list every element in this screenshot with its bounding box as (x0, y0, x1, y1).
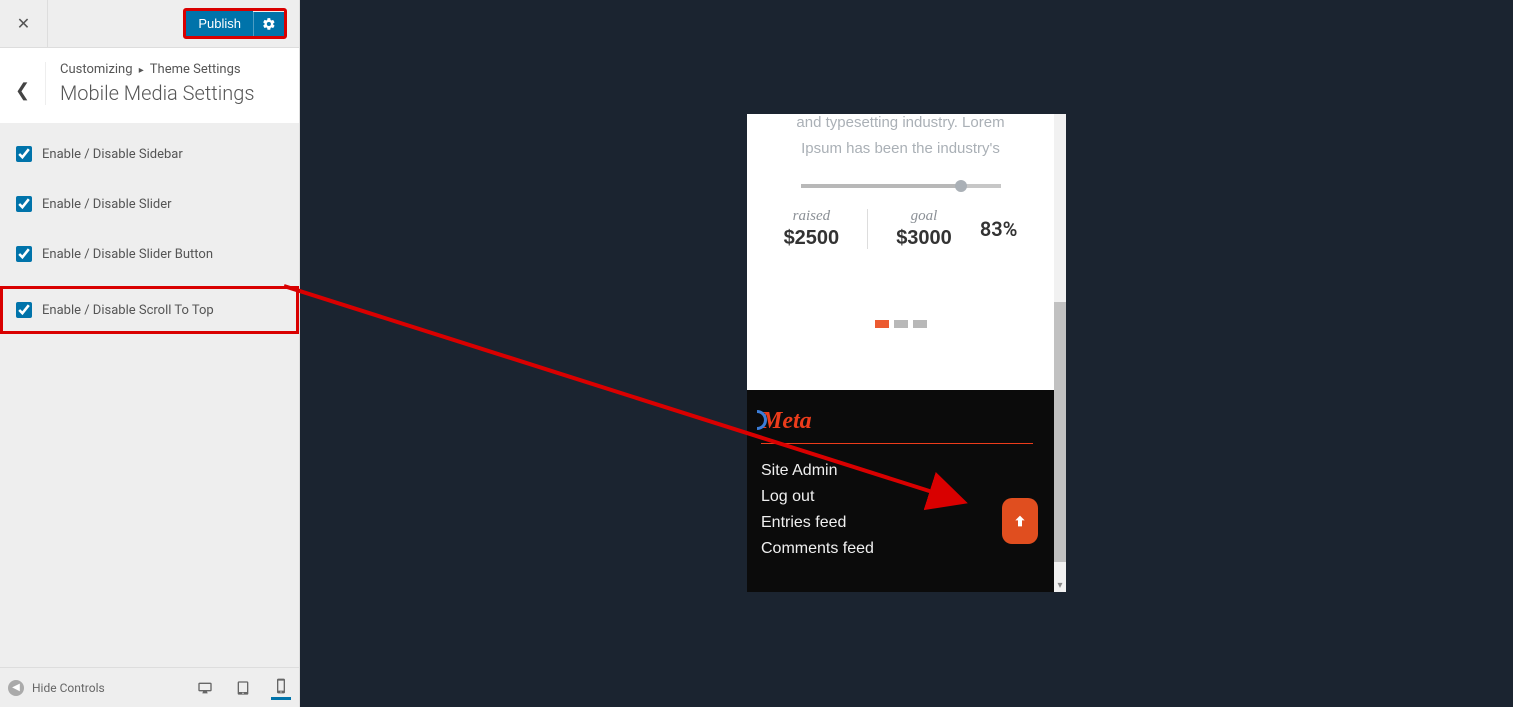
hide-controls-button[interactable]: ◀ Hide Controls (8, 680, 105, 696)
option-label: Enable / Disable Slider Button (42, 247, 213, 262)
mobile-icon (273, 678, 289, 694)
close-customizer-button[interactable]: ✕ (0, 0, 48, 48)
option-enable-slider-button-checkbox[interactable] (16, 246, 32, 262)
tablet-icon (235, 680, 251, 696)
publish-group-highlight: Publish (183, 8, 287, 39)
desktop-icon (197, 680, 213, 696)
publish-settings-button[interactable] (253, 12, 284, 36)
hide-controls-label: Hide Controls (32, 681, 105, 695)
option-enable-scroll-to-top-checkbox[interactable] (16, 302, 32, 318)
carousel-dot[interactable] (894, 320, 908, 328)
option-label: Enable / Disable Slider (42, 197, 172, 212)
stats-row: raised $2500 goal $3000 83% (747, 208, 1054, 250)
carousel-dot[interactable] (913, 320, 927, 328)
stat-percent: 83% (980, 217, 1018, 241)
carousel-dots (747, 320, 1054, 328)
scroll-to-top-button[interactable] (1002, 498, 1038, 544)
breadcrumb: Customizing ▸ Theme Settings (60, 62, 254, 77)
meta-links-list: Site Admin Log out Entries feed Comments… (761, 458, 1040, 562)
option-label: Enable / Disable Scroll To Top (42, 303, 214, 318)
lorem-line: and typesetting industry. Lorem (777, 114, 1024, 136)
arrow-up-icon (1012, 511, 1028, 531)
meta-title: Meta (761, 408, 1040, 435)
scrollbar-thumb[interactable] (1054, 302, 1066, 562)
option-enable-slider[interactable]: Enable / Disable Slider (0, 186, 299, 222)
customizer-topbar: ✕ Publish (0, 0, 299, 48)
option-enable-scroll-to-top[interactable]: Enable / Disable Scroll To Top (0, 286, 299, 334)
preview-scrollbar[interactable]: ▾ (1054, 114, 1066, 592)
device-mobile-button[interactable] (271, 676, 291, 700)
customizer-panel: ✕ Publish ❮ Customizing ▸ Theme Settings… (0, 0, 300, 707)
carousel-dot-active[interactable] (875, 320, 889, 328)
stat-divider (867, 209, 868, 249)
chevron-left-icon: ❮ (15, 80, 30, 101)
meta-link-comments-feed[interactable]: Comments feed (761, 536, 1040, 562)
breadcrumb-separator-icon: ▸ (139, 65, 144, 76)
stat-label: raised (784, 208, 840, 225)
meta-divider (761, 443, 1033, 444)
preview-footer-meta: Meta Site Admin Log out Entries feed Com… (747, 390, 1054, 592)
option-enable-slider-button[interactable]: Enable / Disable Slider Button (0, 236, 299, 272)
meta-link-log-out[interactable]: Log out (761, 484, 1040, 510)
meta-circle-icon (747, 410, 767, 430)
section-title: Mobile Media Settings (60, 81, 254, 105)
lorem-line: Ipsum has been the industry's (777, 136, 1024, 162)
meta-title-text: Meta (761, 408, 812, 434)
meta-link-site-admin[interactable]: Site Admin (761, 458, 1040, 484)
meta-link-entries-feed[interactable]: Entries feed (761, 510, 1040, 536)
option-label: Enable / Disable Sidebar (42, 147, 183, 162)
publish-button[interactable]: Publish (186, 11, 253, 36)
device-desktop-button[interactable] (195, 676, 215, 700)
stat-raised: raised $2500 (784, 208, 840, 250)
option-enable-sidebar-checkbox[interactable] (16, 146, 32, 162)
progress-slider[interactable] (801, 184, 1001, 188)
chevron-left-circle-icon: ◀ (8, 680, 24, 696)
customizer-footer: ◀ Hide Controls (0, 667, 299, 707)
preview-lorem-text: and typesetting industry. Lorem Ipsum ha… (747, 114, 1054, 162)
gear-icon (262, 17, 276, 31)
mobile-preview-frame: ▾ and typesetting industry. Lorem Ipsum … (747, 114, 1066, 592)
option-enable-slider-checkbox[interactable] (16, 196, 32, 212)
close-icon: ✕ (17, 14, 30, 33)
breadcrumb-item: Theme Settings (150, 62, 241, 77)
stat-value: $2500 (784, 227, 840, 250)
preview-content: and typesetting industry. Lorem Ipsum ha… (747, 114, 1054, 592)
options-list: Enable / Disable Sidebar Enable / Disabl… (0, 124, 299, 667)
preview-area: ▾ and typesetting industry. Lorem Ipsum … (300, 0, 1513, 707)
stat-goal: goal $3000 (896, 208, 952, 250)
option-enable-sidebar[interactable]: Enable / Disable Sidebar (0, 136, 299, 172)
device-switcher (195, 676, 291, 700)
device-tablet-button[interactable] (233, 676, 253, 700)
stat-label: goal (896, 208, 952, 225)
breadcrumb-root: Customizing (60, 62, 133, 77)
progress-thumb[interactable] (955, 180, 967, 192)
back-button[interactable]: ❮ (0, 62, 46, 105)
stat-value: $3000 (896, 227, 952, 250)
progress-fill (801, 184, 961, 188)
scrollbar-down-icon: ▾ (1054, 578, 1066, 592)
customizer-header: ❮ Customizing ▸ Theme Settings Mobile Me… (0, 48, 299, 124)
